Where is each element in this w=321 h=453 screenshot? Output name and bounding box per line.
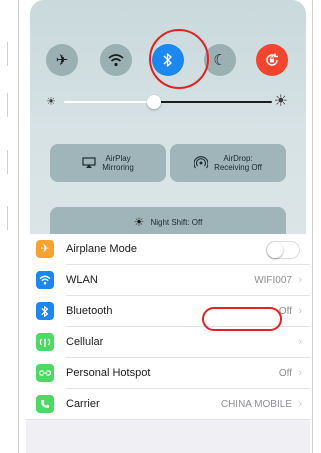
bluetooth-value-highlight xyxy=(202,307,282,331)
right-guide-line xyxy=(312,0,313,453)
margin-tick xyxy=(7,42,12,66)
night-shift-button[interactable]: ☀ Night Shift: Off xyxy=(50,207,286,234)
row-label: Carrier xyxy=(66,398,100,410)
personal-hotspot-row[interactable]: Personal Hotspot Off › xyxy=(26,358,310,389)
chevron-right-icon: › xyxy=(298,367,302,379)
row-value: WIFI007 xyxy=(254,275,292,286)
row-value: Off xyxy=(278,368,292,379)
phone-icon xyxy=(36,395,54,413)
brightness-track-empty xyxy=(154,101,272,103)
row-label: WLAN xyxy=(66,274,98,286)
row-label: Cellular xyxy=(66,336,104,348)
night-shift-label: Night Shift: Off xyxy=(150,217,203,227)
margin-tick xyxy=(7,150,12,174)
bluetooth-highlight-circle xyxy=(149,29,209,89)
chevron-right-icon: › xyxy=(298,336,302,348)
airdrop-label-line2: Receiving Off xyxy=(214,163,262,172)
brightness-track-filled xyxy=(64,101,156,103)
wifi-icon xyxy=(36,271,54,289)
margin-tick xyxy=(7,93,12,117)
airplane-mode-row[interactable]: ✈ Airplane Mode xyxy=(26,234,310,265)
brightness-low-icon: ☀ xyxy=(46,96,56,108)
night-shift-sun-icon: ☀ xyxy=(133,215,145,229)
row-divider xyxy=(26,419,310,420)
row-label: Airplane Mode xyxy=(66,243,137,255)
carrier-row[interactable]: Carrier CHINA MOBILE › xyxy=(26,389,310,420)
airdrop-button[interactable]: AirDrop: Receiving Off xyxy=(170,144,286,182)
airplane-icon: ✈ xyxy=(36,240,54,258)
row-label: Bluetooth xyxy=(66,305,113,317)
margin-tick xyxy=(7,206,12,230)
airdrop-label-line1: AirDrop: xyxy=(223,154,253,163)
airplay-mirroring-button[interactable]: AirPlay Mirroring xyxy=(50,144,166,182)
airplane-toggle-button[interactable]: ✈ xyxy=(46,44,78,76)
chevron-right-icon: › xyxy=(298,274,302,286)
chevron-right-icon: › xyxy=(298,305,302,317)
row-label: Personal Hotspot xyxy=(66,367,151,379)
wlan-row[interactable]: WLAN WIFI007 › xyxy=(26,265,310,296)
bluetooth-icon xyxy=(36,302,54,320)
switch-knob xyxy=(267,242,283,258)
airplay-icon xyxy=(82,157,96,168)
moon-icon: ☾ xyxy=(213,51,227,69)
hotspot-icon xyxy=(36,364,54,382)
rotation-lock-toggle-button[interactable] xyxy=(256,44,288,76)
wifi-toggle-button[interactable] xyxy=(100,44,132,76)
left-guide-line xyxy=(18,0,19,453)
airplane-mode-switch[interactable] xyxy=(266,241,300,259)
brightness-slider-thumb[interactable] xyxy=(147,95,161,109)
settings-screen: ✈ Airplane Mode WLAN WIFI007 › Bluetooth… xyxy=(26,234,310,453)
cellular-row[interactable]: Cellular › xyxy=(26,327,310,358)
brightness-slider[interactable]: ☀ ☀ xyxy=(46,92,288,112)
brightness-high-icon: ☀ xyxy=(273,93,288,110)
row-value: CHINA MOBILE xyxy=(220,399,292,410)
chevron-right-icon: › xyxy=(298,398,302,410)
airplane-icon: ✈ xyxy=(55,51,69,69)
airplay-label-line2: Mirroring xyxy=(102,163,134,172)
rotation-lock-icon xyxy=(266,53,278,66)
cellular-icon xyxy=(36,333,54,351)
wifi-icon xyxy=(108,54,124,67)
airdrop-icon xyxy=(194,156,209,169)
airplay-label-line1: AirPlay xyxy=(105,154,131,163)
